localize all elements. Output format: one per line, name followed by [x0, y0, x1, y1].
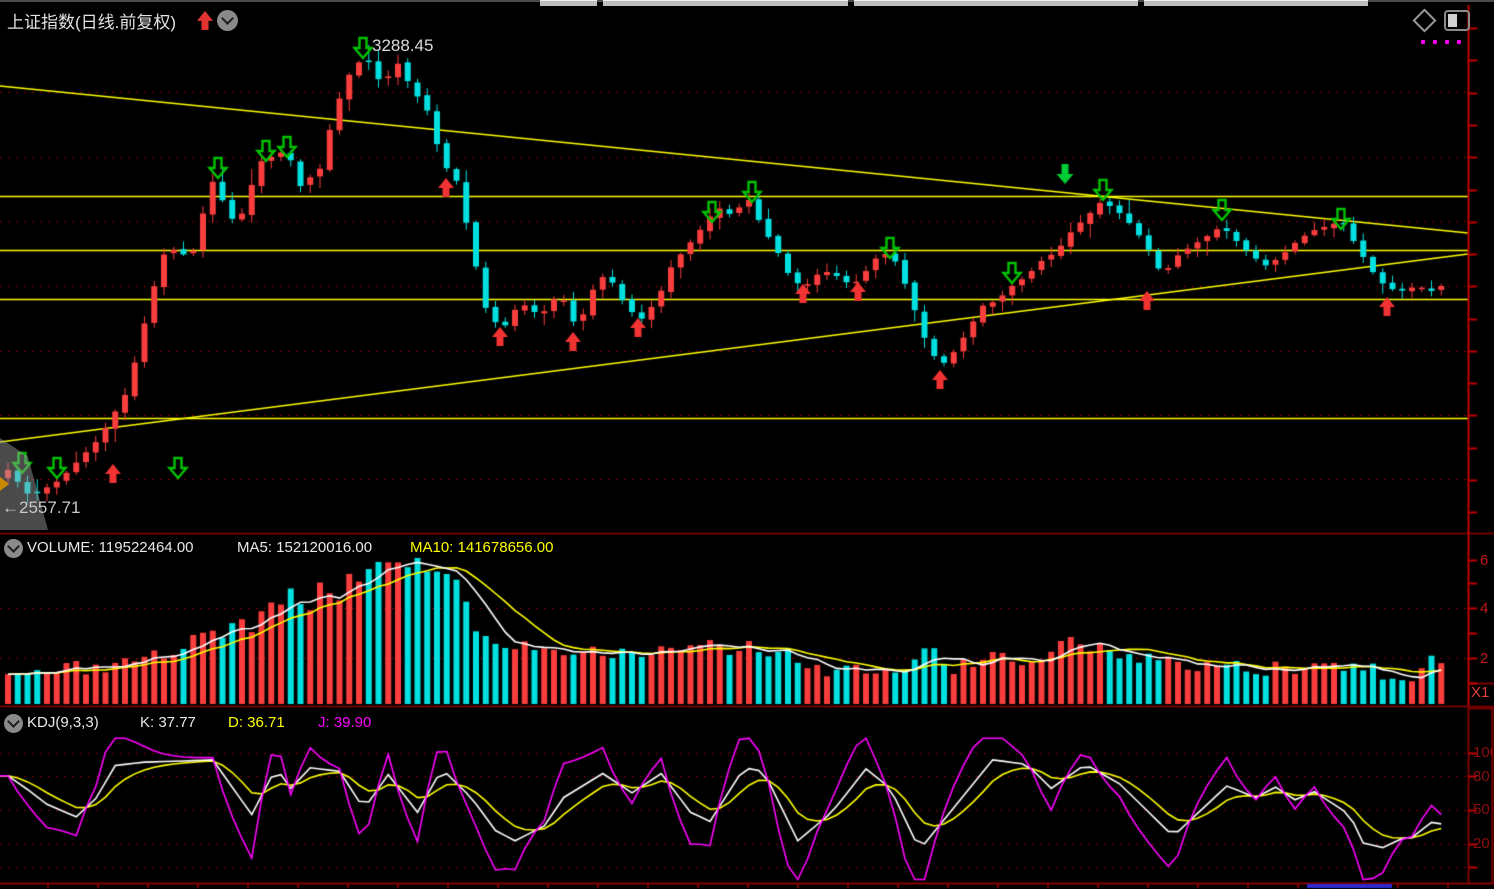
- kdj-scale-label: 50: [1473, 801, 1490, 818]
- toolbar-button-edge[interactable]: [854, 0, 1138, 6]
- chevron-down-circle-icon[interactable]: [217, 10, 238, 31]
- indicator-dots: [1421, 31, 1469, 49]
- low-price-annotation: ←2557.71: [2, 498, 81, 517]
- kdj-j-label: J: 39.90: [318, 714, 372, 731]
- trading-app-window: 上证指数(日线.前复权) 3288.45 ←2557.71 VOLUME: 11…: [0, 0, 1494, 889]
- chart-canvas[interactable]: [0, 0, 1494, 889]
- kdj-k-label: K: 37.77: [140, 714, 196, 731]
- volume-scale-label: 6: [1480, 552, 1489, 569]
- volume-scale-label: 4: [1480, 600, 1489, 617]
- kdj-scale-label: 100: [1473, 744, 1492, 761]
- toolbar-button-edge[interactable]: [603, 0, 848, 6]
- kdj-name-label: KDJ(9,3,3): [27, 714, 99, 731]
- peak-price-annotation: 3288.45: [372, 36, 434, 55]
- volume-scale-label: 2: [1480, 650, 1489, 667]
- volume-ma10-label: MA10: 141678656.00: [410, 539, 554, 556]
- volume-ma5-label: MA5: 152120016.00: [237, 539, 373, 556]
- kdj-d-label: D: 36.71: [228, 714, 285, 731]
- toolbar-button-edge[interactable]: [540, 0, 597, 6]
- chart-title: 上证指数(日线.前复权): [7, 13, 177, 32]
- kdj-collapse-icon[interactable]: [4, 714, 23, 733]
- volume-multiplier-label: X1: [1471, 684, 1490, 701]
- toolbar-button-edge[interactable]: [1144, 0, 1368, 6]
- volume-collapse-icon[interactable]: [4, 539, 23, 558]
- kdj-scale-label: 80: [1473, 768, 1490, 785]
- volume-value-label: VOLUME: 119522464.00: [27, 539, 194, 556]
- kdj-scale-label: 20: [1473, 835, 1490, 852]
- split-layout-icon[interactable]: [1444, 10, 1470, 31]
- watermark-arrow-icon: [0, 477, 9, 491]
